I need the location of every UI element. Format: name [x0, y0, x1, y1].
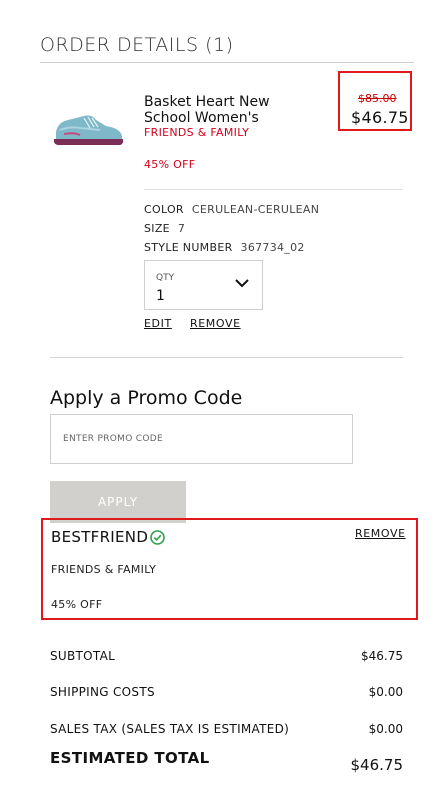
original-price: $85.00: [358, 92, 397, 105]
product-discount: 45% OFF: [144, 158, 196, 171]
product-name[interactable]: Basket Heart New School Women's: [144, 94, 284, 126]
quantity-label: QTY: [156, 273, 175, 283]
applied-promo-discount: 45% OFF: [51, 598, 103, 611]
promo-code-input[interactable]: [50, 414, 353, 464]
applied-promo-code: BESTFRIEND: [51, 528, 149, 546]
shipping-value: $0.00: [368, 685, 403, 699]
promo-heading: Apply a Promo Code: [50, 387, 243, 409]
attribute-style-number: STYLE NUMBER 367734_02: [144, 241, 305, 254]
sale-price: $46.75: [351, 108, 409, 127]
subtotal-value: $46.75: [361, 649, 403, 663]
attribute-value: 367734_02: [240, 241, 305, 254]
order-details-title: ORDER DETAILS (1): [40, 34, 234, 56]
applied-promo-tag: FRIENDS & FAMILY: [51, 563, 157, 576]
quantity-value: 1: [156, 288, 165, 304]
shipping-label: SHIPPING COSTS: [50, 685, 155, 699]
sales-tax-value: $0.00: [368, 722, 403, 736]
estimated-total-value: $46.75: [350, 756, 404, 774]
divider: [40, 62, 414, 63]
quantity-select[interactable]: QTY 1: [144, 260, 263, 310]
attribute-value: CERULEAN-CERULEAN: [191, 203, 320, 216]
apply-button[interactable]: APPLY: [50, 481, 186, 523]
attribute-size: SIZE 7: [144, 222, 185, 235]
product-promo-tag: FRIENDS & FAMILY: [144, 126, 250, 139]
remove-promo-link[interactable]: REMOVE: [355, 527, 406, 540]
chevron-down-icon: [235, 279, 249, 288]
subtotal-label: SUBTOTAL: [50, 649, 116, 663]
divider: [144, 189, 403, 190]
attribute-label: STYLE NUMBER: [144, 241, 233, 254]
edit-link[interactable]: EDIT: [144, 317, 172, 330]
attribute-color: COLOR CERULEAN-CERULEAN: [144, 203, 319, 216]
divider: [50, 357, 403, 358]
sales-tax-label: SALES TAX (SALES TAX IS ESTIMATED): [50, 722, 290, 736]
attribute-label: COLOR: [144, 203, 184, 216]
check-circle-icon: [150, 530, 165, 545]
attribute-label: SIZE: [144, 222, 170, 235]
remove-item-link[interactable]: REMOVE: [190, 317, 241, 330]
attribute-value: 7: [177, 222, 186, 235]
estimated-total-label: ESTIMATED TOTAL: [50, 749, 210, 767]
sneaker-image[interactable]: [50, 108, 126, 150]
